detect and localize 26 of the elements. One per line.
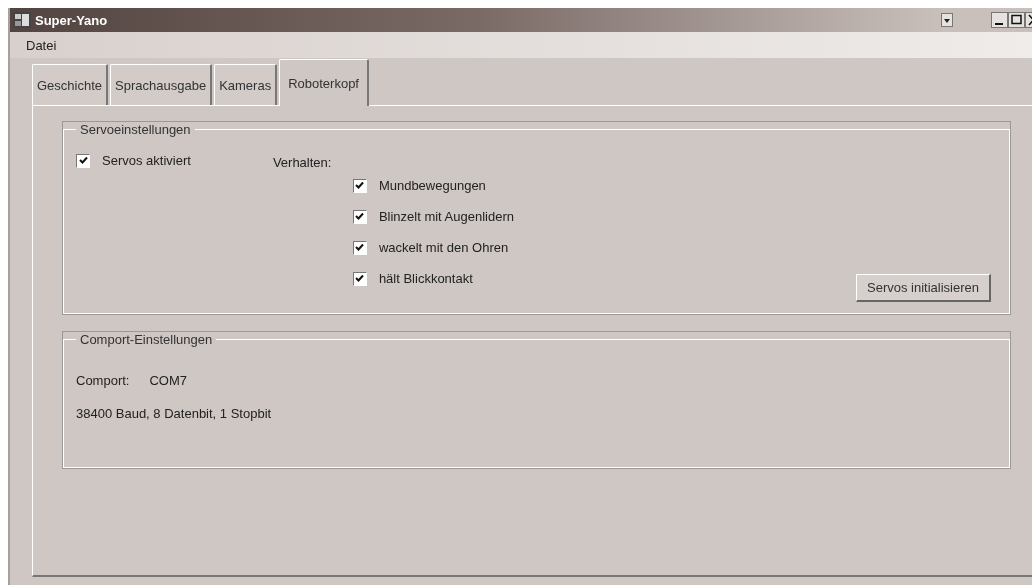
group-title: Servoeinstellungen: [79, 122, 192, 137]
checkbox[interactable]: [76, 153, 90, 168]
port-settings: 38400 Baud, 8 Datenbit, 1 Stopbit: [76, 406, 273, 421]
port-label: Comport:: [76, 373, 130, 388]
tab[interactable]: Roboterkopf: [279, 59, 369, 106]
checkbox-label: Blinzelt mit Augenlidern: [378, 209, 514, 224]
tab[interactable]: Kameras: [214, 64, 278, 105]
checkbox-label: hält Blickkontakt: [378, 271, 473, 286]
checkbox-label: Servos aktiviert: [102, 153, 191, 168]
checkbox-label: Mundbewegungen: [378, 178, 486, 193]
minimize-icon[interactable]: [991, 12, 1008, 28]
checkbox-label: wackelt mit den Ohren: [378, 240, 509, 255]
group-title: Comport-Einstellungen: [79, 332, 214, 347]
app-icon: [13, 12, 31, 28]
behavior-label: Verhalten:: [272, 155, 332, 170]
checkbox[interactable]: [352, 240, 367, 255]
checkbox[interactable]: [352, 209, 367, 224]
window-title: Super-Yano: [35, 12, 108, 28]
checkbox[interactable]: [352, 178, 367, 193]
checkbox[interactable]: [352, 271, 367, 286]
dropdown-icon[interactable]: [941, 13, 953, 27]
initialize-button[interactable]: Servos initialisieren: [856, 274, 991, 302]
port-value: COM7: [149, 373, 188, 388]
menu-item[interactable]: Datei: [26, 37, 57, 53]
tab[interactable]: Geschichte: [32, 64, 109, 105]
tab[interactable]: Sprachausgabe: [110, 64, 213, 105]
